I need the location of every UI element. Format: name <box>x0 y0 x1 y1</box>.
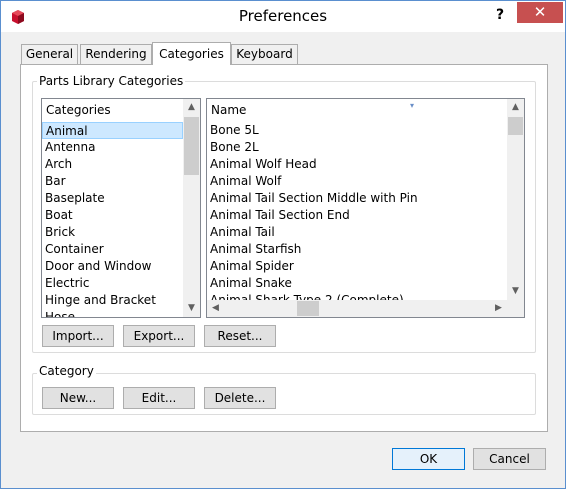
delete-category-button[interactable]: Delete... <box>204 387 276 409</box>
title-bar: Preferences ? ✕ <box>1 1 565 32</box>
category-item[interactable]: Bar <box>42 173 183 190</box>
export-button[interactable]: Export... <box>123 325 195 347</box>
category-item[interactable]: Electric <box>42 275 183 292</box>
scroll-left-icon[interactable]: ◀ <box>207 300 224 317</box>
import-button[interactable]: Import... <box>42 325 114 347</box>
parts-name-list[interactable]: Name ▾ Bone 5L Bone 2L Animal Wolf Head Ani… <box>206 98 525 318</box>
category-item[interactable]: Antenna <box>42 139 183 156</box>
part-name-item[interactable]: Animal Snake <box>207 275 507 292</box>
scroll-thumb[interactable] <box>297 301 319 316</box>
tab-categories[interactable]: Categories <box>152 42 231 65</box>
part-name-item[interactable]: Animal Tail Section End <box>207 207 507 224</box>
edit-category-button[interactable]: Edit... <box>123 387 195 409</box>
category-item[interactable]: Animal <box>42 122 183 139</box>
tab-rendering[interactable]: Rendering <box>80 44 152 64</box>
part-name-item[interactable]: Bone 5L <box>207 122 507 139</box>
ok-button[interactable]: OK <box>392 448 465 470</box>
category-item[interactable]: Hose <box>42 309 183 317</box>
part-name-item[interactable]: Animal Tail <box>207 224 507 241</box>
part-name-item[interactable]: Animal Starfish <box>207 241 507 258</box>
category-group-title: Category <box>37 364 96 378</box>
cancel-button[interactable]: Cancel <box>473 448 546 470</box>
categories-list[interactable]: Categories Animal Antenna Arch Bar Baseplate… <box>41 98 201 318</box>
scroll-down-icon[interactable]: ▼ <box>183 300 200 317</box>
names-vertical-scrollbar[interactable]: ▲ ▼ <box>507 99 524 300</box>
help-button[interactable]: ? <box>492 5 508 25</box>
tab-keyboard[interactable]: Keyboard <box>231 44 298 64</box>
tab-general[interactable]: General <box>21 44 78 64</box>
category-item[interactable]: Door and Window <box>42 258 183 275</box>
categories-column-header[interactable]: Categories <box>42 99 184 121</box>
scroll-right-icon[interactable]: ▶ <box>490 300 507 317</box>
scroll-thumb[interactable] <box>508 117 523 135</box>
categories-tab-panel: Parts Library Categories Categories Anim… <box>20 64 548 432</box>
scroll-up-icon[interactable]: ▲ <box>183 99 200 116</box>
close-button[interactable]: ✕ <box>517 2 563 23</box>
window-title: Preferences <box>238 7 328 25</box>
parts-library-group-title: Parts Library Categories <box>37 74 186 88</box>
names-horizontal-scrollbar[interactable]: ◀ ▶ <box>207 300 507 317</box>
category-item[interactable]: Boat <box>42 207 183 224</box>
category-item[interactable]: Hinge and Bracket <box>42 292 183 309</box>
new-category-button[interactable]: New... <box>42 387 114 409</box>
sort-indicator-icon: ▾ <box>410 101 415 110</box>
scroll-up-icon[interactable]: ▲ <box>507 99 524 116</box>
part-name-item[interactable]: Animal Spider <box>207 258 507 275</box>
scroll-down-icon[interactable]: ▼ <box>507 283 524 300</box>
category-item[interactable]: Baseplate <box>42 190 183 207</box>
category-item[interactable]: Arch <box>42 156 183 173</box>
scroll-corner <box>507 300 524 317</box>
part-name-item[interactable]: Animal Wolf <box>207 173 507 190</box>
name-column-header[interactable]: Name <box>207 99 507 121</box>
part-name-item[interactable]: Bone 2L <box>207 139 507 156</box>
preferences-dialog: Preferences ? ✕ General Rendering Catego… <box>0 0 566 489</box>
part-name-item[interactable]: Animal Wolf Head <box>207 156 507 173</box>
reset-button[interactable]: Reset... <box>204 325 276 347</box>
part-name-item[interactable]: Animal Tail Section Middle with Pin <box>207 190 507 207</box>
categories-vertical-scrollbar[interactable]: ▲ ▼ <box>183 99 200 317</box>
category-item[interactable]: Brick <box>42 224 183 241</box>
scroll-thumb[interactable] <box>184 117 199 175</box>
category-item[interactable]: Container <box>42 241 183 258</box>
